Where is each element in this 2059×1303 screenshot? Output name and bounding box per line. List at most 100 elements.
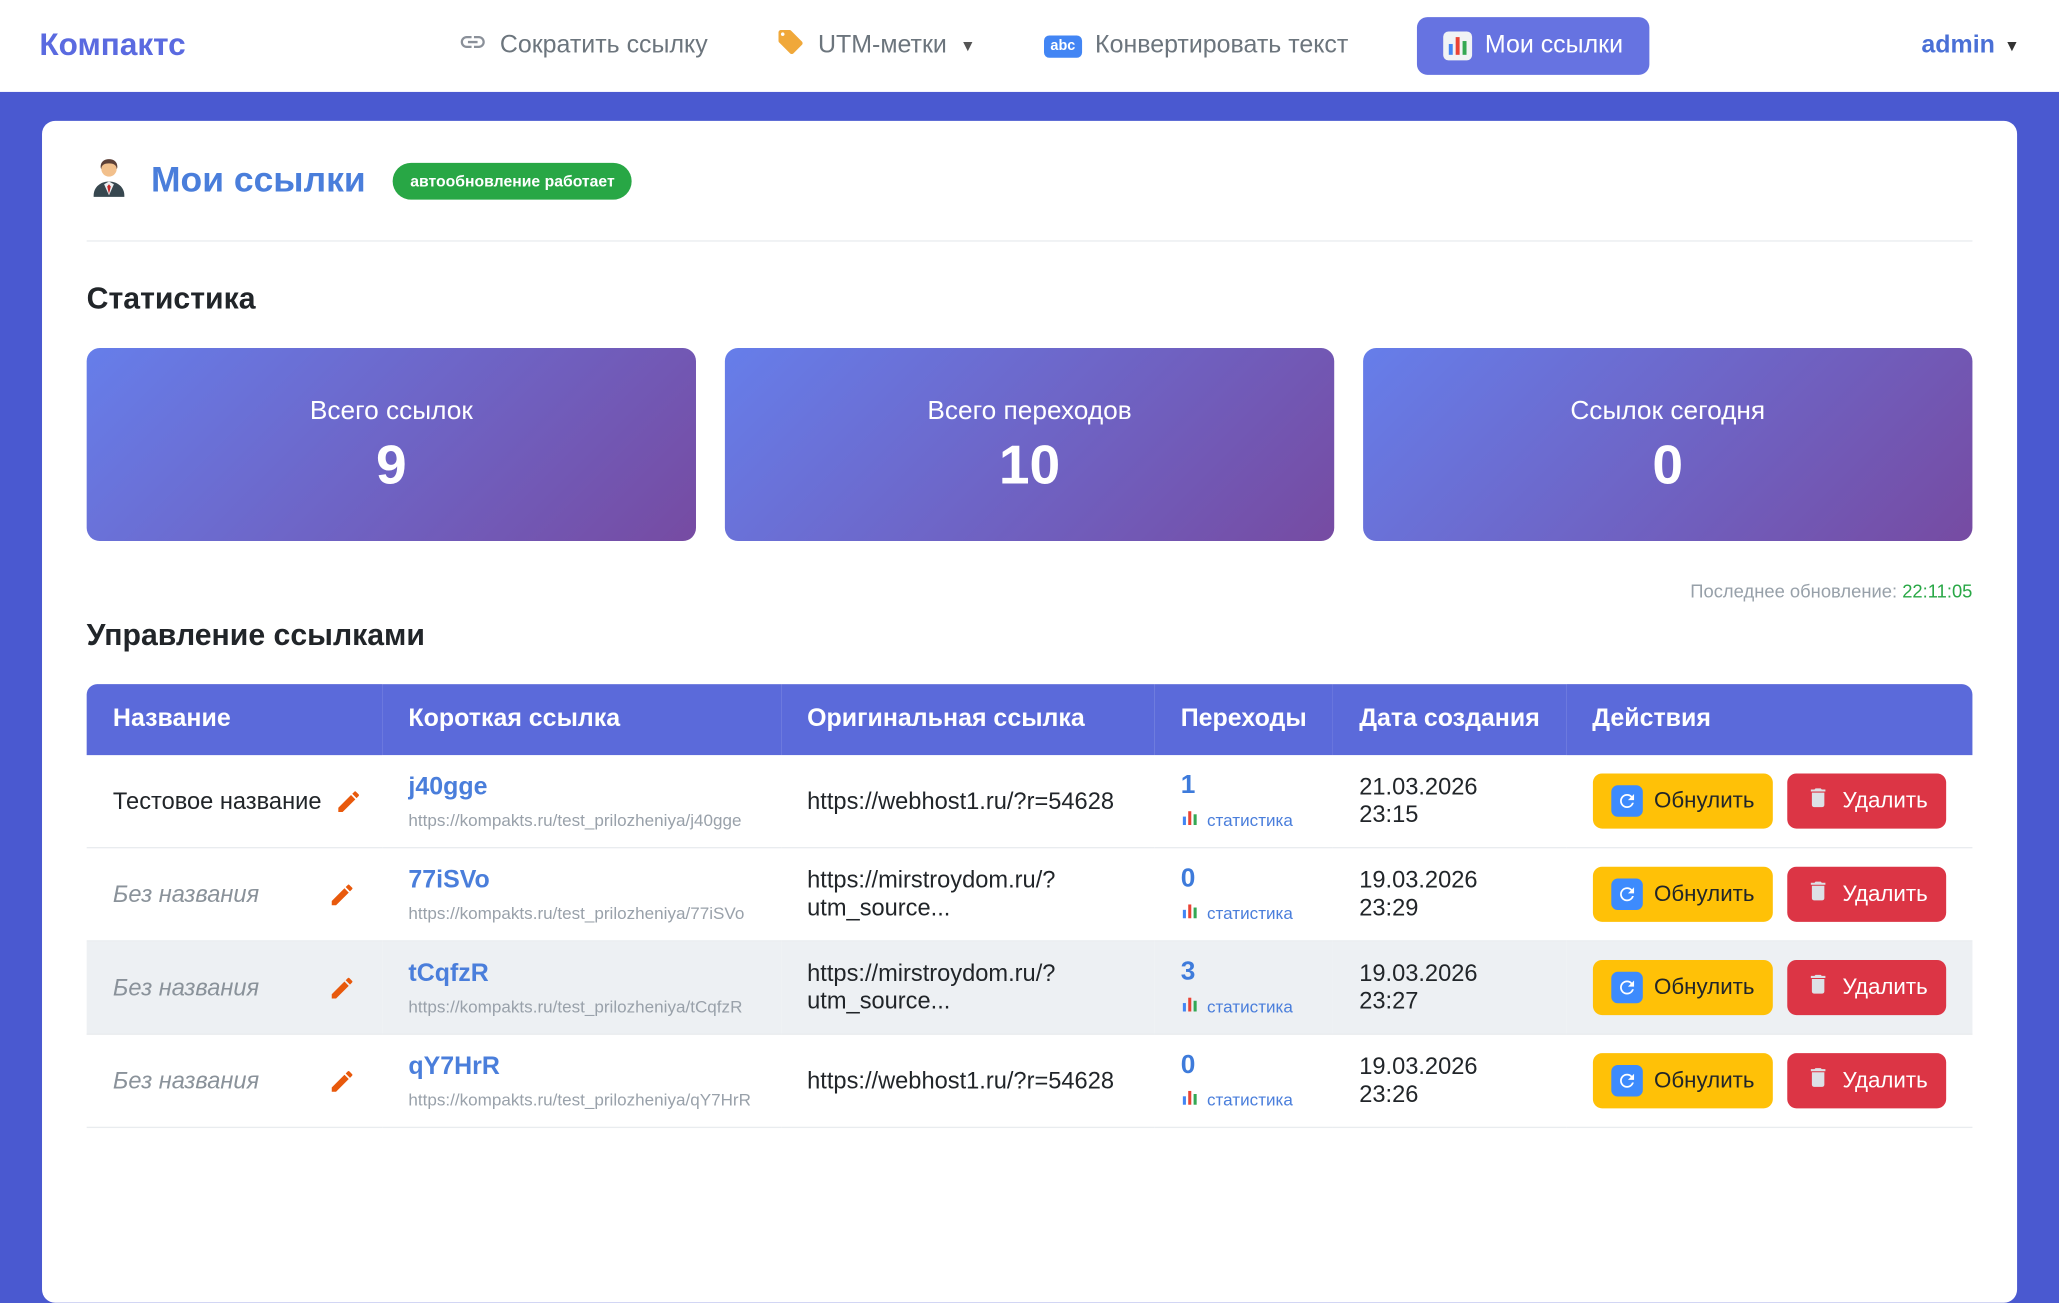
nav-item-label: Конвертировать текст [1095,32,1348,61]
created-date: 19.03.2026 23:29 [1359,867,1477,921]
abc-icon: abc [1044,35,1082,57]
nav-item-shorten-link[interactable]: Сократить ссылку [458,28,708,65]
created-date: 21.03.2026 23:15 [1359,773,1477,827]
column-header-original-link: Оригинальная ссылка [781,684,1155,755]
stats-section-title: Статистика [87,281,1973,316]
stat-value: 9 [376,437,407,492]
stat-card-total-links: Всего ссылок 9 [87,348,696,541]
stats-cards: Всего ссылок 9 Всего переходов 10 Ссылок… [87,348,1973,541]
short-code-link[interactable]: j40gge [408,773,754,802]
stat-card-links-today: Ссылок сегодня 0 [1363,348,1972,541]
edit-name-button[interactable] [335,787,363,815]
table-row: Без названия tCqfzR https://kompakts.ru/… [87,941,1973,1034]
link-name: Тестовое название [113,787,322,815]
short-code-link[interactable]: tCqfzR [408,959,754,988]
last-update-label: Последнее обновление: [1690,580,1897,601]
link-name: Без названия [113,881,259,909]
bar-chart-icon [1181,902,1199,924]
clicks-count: 0 [1181,864,1307,894]
brand-logo[interactable]: Компактс [39,28,185,65]
navbar-menu: Сократить ссылку UTM-метки ▼ abc Конверт… [186,17,1922,75]
statistics-link[interactable]: статистика [1181,1089,1307,1111]
trash-icon [1806,972,1831,1004]
statistics-link[interactable]: статистика [1181,995,1307,1017]
edit-name-button[interactable] [328,881,356,909]
reset-button[interactable]: Обнулить [1592,960,1773,1015]
table-row: Тестовое название j40gge https://kompakt… [87,755,1973,848]
table-header-row: Название Короткая ссылка Оригинальная сс… [87,684,1973,755]
created-date: 19.03.2026 23:27 [1359,960,1477,1014]
bar-chart-icon [1181,1089,1199,1111]
link-icon [458,28,487,65]
trash-icon [1806,785,1831,817]
nav-item-label: UTM-метки [818,32,947,61]
nav-item-my-links[interactable]: Мои ссылки [1417,17,1650,75]
reset-button[interactable]: Обнулить [1592,867,1773,922]
link-name: Без названия [113,974,259,1002]
short-url-text: https://kompakts.ru/test_prilozheniya/j4… [408,810,754,830]
clicks-count: 1 [1181,771,1307,801]
short-url-text: https://kompakts.ru/test_prilozheniya/qY… [408,1089,754,1109]
column-header-name: Название [87,684,382,755]
bar-chart-icon [1181,995,1199,1017]
delete-button[interactable]: Удалить [1787,1053,1946,1108]
person-briefcase-icon [87,155,132,206]
column-header-short-link: Короткая ссылка [382,684,781,755]
refresh-icon [1611,1065,1643,1097]
reset-button[interactable]: Обнулить [1592,773,1773,828]
edit-name-button[interactable] [328,974,356,1002]
edit-name-button[interactable] [328,1067,356,1095]
nav-item-label: Мои ссылки [1485,32,1623,61]
clicks-count: 0 [1181,1051,1307,1081]
user-menu[interactable]: admin ▼ [1921,32,2019,61]
original-url: https://webhost1.ru/?r=54628 [807,1067,1114,1093]
clicks-count: 3 [1181,957,1307,987]
page-title: Мои ссылки [151,160,366,201]
short-url-text: https://kompakts.ru/test_prilozheniya/77… [408,903,754,923]
delete-button[interactable]: Удалить [1787,773,1946,828]
stat-label: Ссылок сегодня [1570,397,1765,427]
short-code-link[interactable]: qY7HrR [408,1053,754,1082]
navbar: Компактс Сократить ссылку UTM-метки ▼ ab… [0,0,2059,92]
original-url: https://mirstroydom.ru/?utm_source... [807,867,1055,921]
statistics-link[interactable]: статистика [1181,809,1307,831]
main-card: Мои ссылки автообновление работает Стати… [42,121,2017,1303]
created-date: 19.03.2026 23:26 [1359,1053,1477,1107]
table-row: Без названия 77iSVo https://kompakts.ru/… [87,848,1973,941]
original-url: https://webhost1.ru/?r=54628 [807,787,1114,813]
reset-button[interactable]: Обнулить [1592,1053,1773,1108]
stat-value: 10 [999,437,1060,492]
bar-chart-icon [1443,32,1472,61]
refresh-icon [1611,879,1643,911]
delete-button[interactable]: Удалить [1787,867,1946,922]
delete-button[interactable]: Удалить [1787,960,1946,1015]
user-name: admin [1921,32,1994,61]
stat-label: Всего ссылок [310,397,473,427]
refresh-icon [1611,785,1643,817]
viewport: Компактс Сократить ссылку UTM-метки ▼ ab… [0,0,2059,1198]
short-url-text: https://kompakts.ru/test_prilozheniya/tC… [408,996,754,1016]
nav-item-utm-tags[interactable]: UTM-метки ▼ [776,28,976,65]
column-header-clicks: Переходы [1154,684,1332,755]
stat-label: Всего переходов [927,397,1131,427]
autorefresh-badge: автообновление работает [393,162,632,199]
link-name: Без названия [113,1067,259,1095]
trash-icon [1806,879,1831,911]
table-row: Без названия qY7HrR https://kompakts.ru/… [87,1034,1973,1127]
column-header-actions: Действия [1566,684,1972,755]
chevron-down-icon: ▼ [2004,37,2020,55]
short-code-link[interactable]: 77iSVo [408,866,754,895]
statistics-link[interactable]: статистика [1181,902,1307,924]
links-section-title: Управление ссылками [87,617,1973,652]
chevron-down-icon: ▼ [960,37,976,55]
refresh-icon [1611,972,1643,1004]
tag-icon [776,28,805,65]
last-update-time: 22:11:05 [1902,580,1972,601]
stat-value: 0 [1652,437,1683,492]
original-url: https://mirstroydom.ru/?utm_source... [807,960,1055,1014]
nav-item-label: Сократить ссылку [500,32,708,61]
last-update: Последнее обновление: 22:11:05 [87,580,1973,601]
page-header: Мои ссылки автообновление работает [87,155,1973,242]
column-header-created: Дата создания [1333,684,1566,755]
nav-item-convert-text[interactable]: abc Конвертировать текст [1044,32,1348,61]
